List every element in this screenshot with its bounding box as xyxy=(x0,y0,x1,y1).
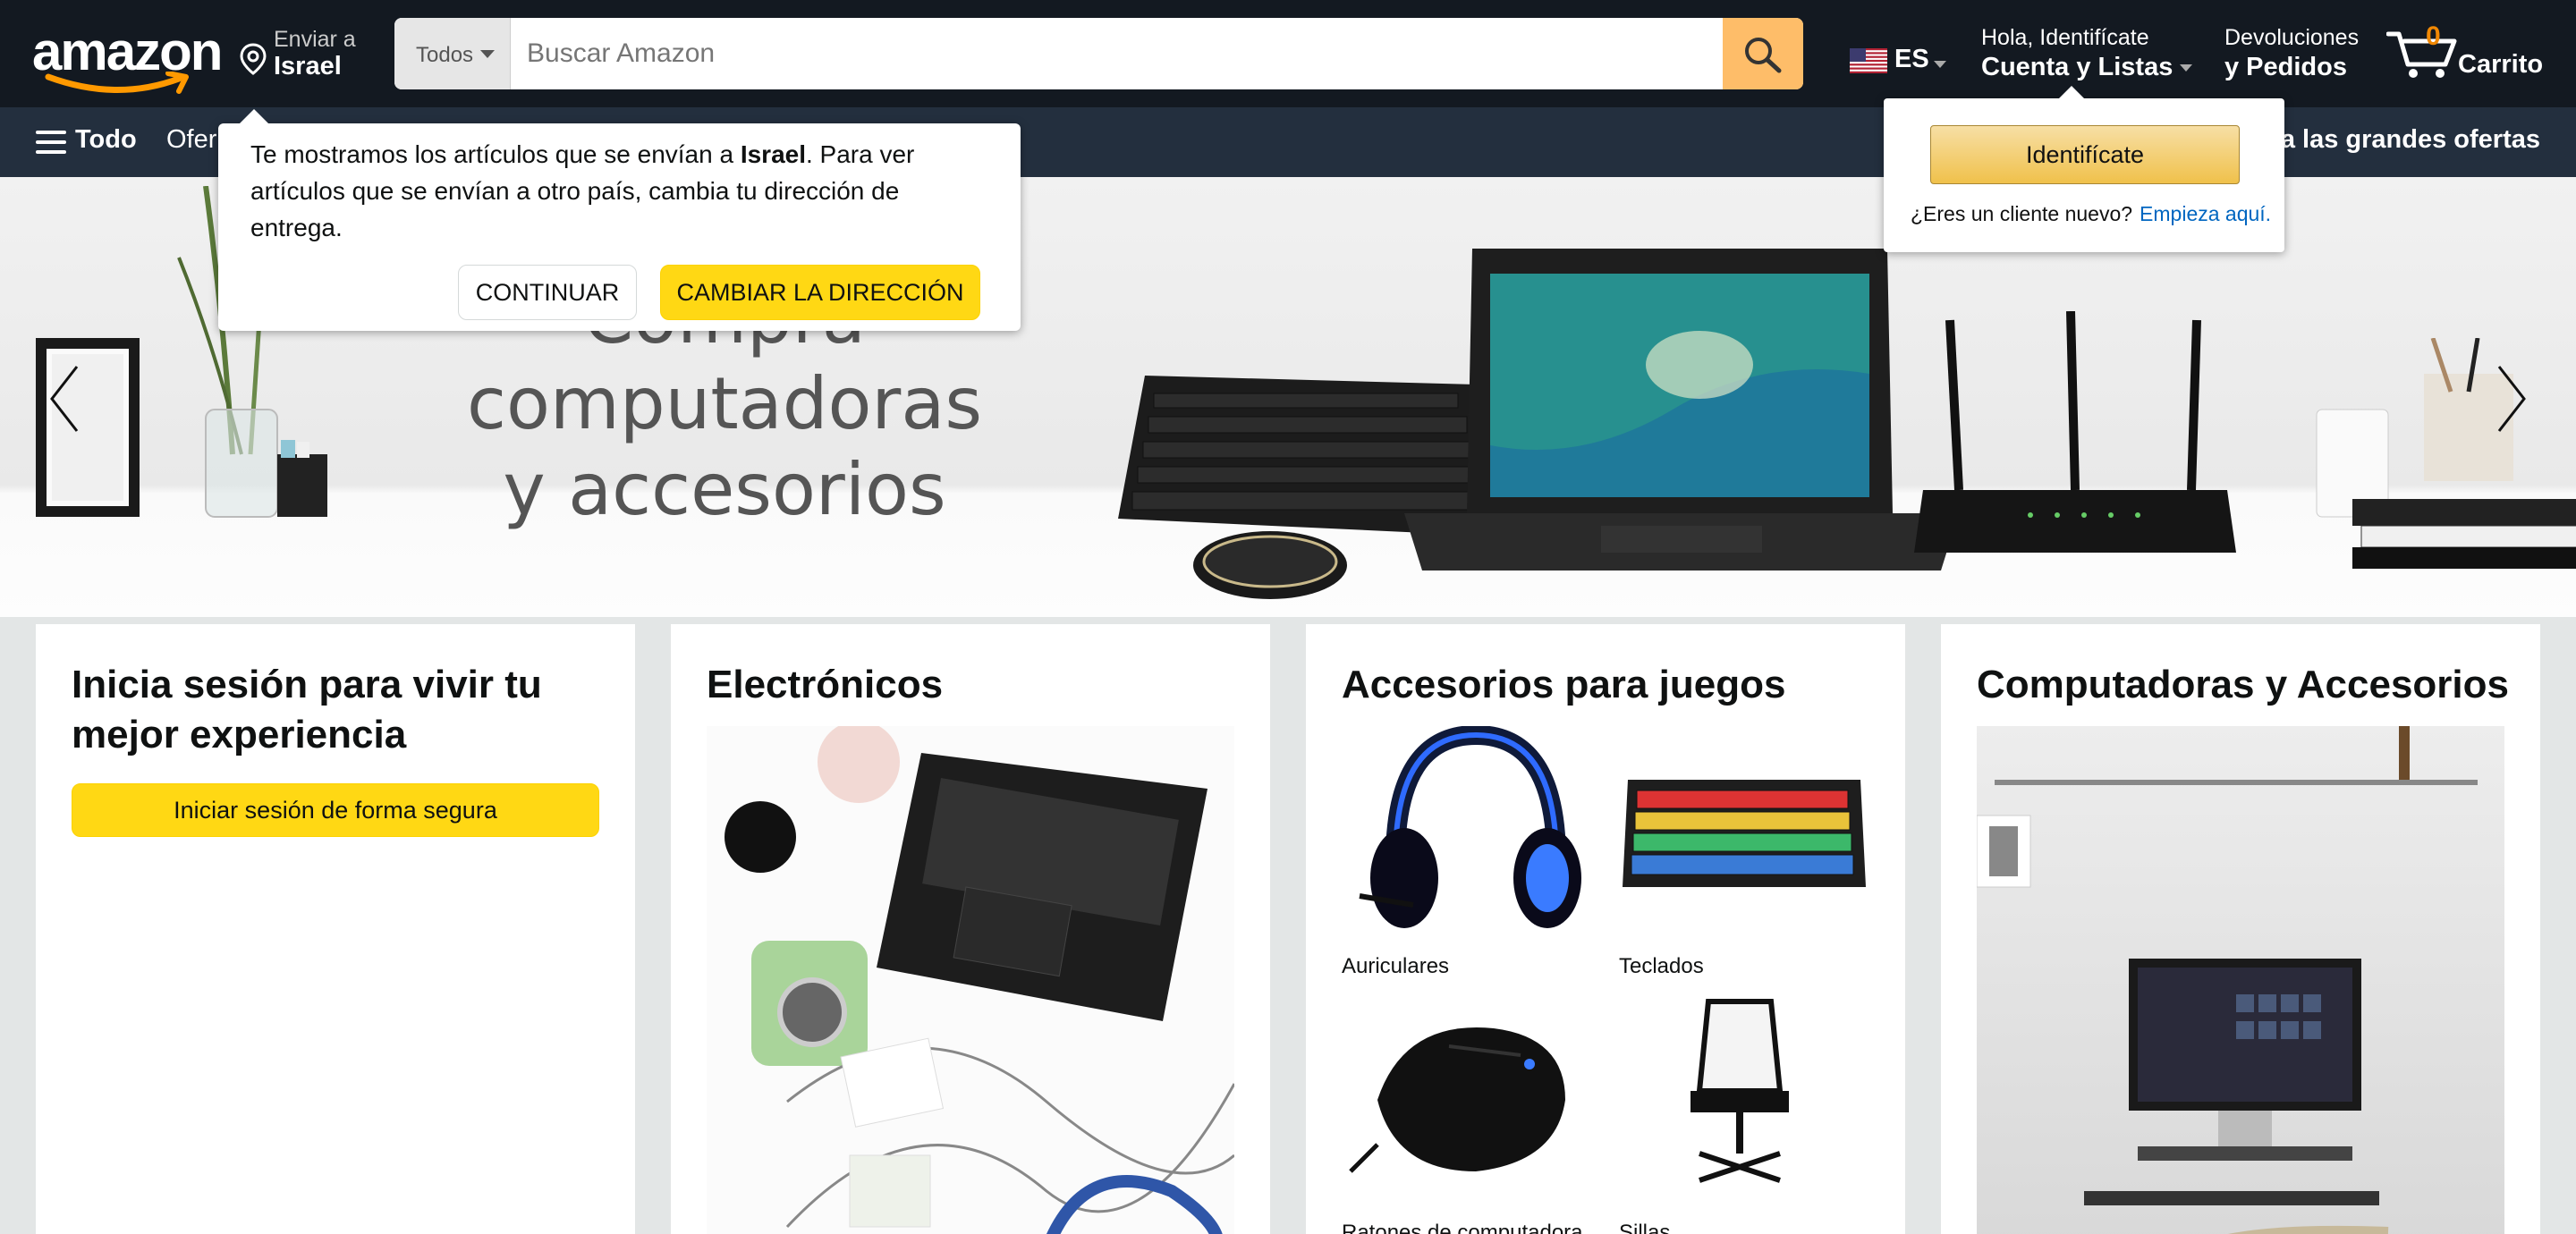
hero-mouse-image xyxy=(1193,531,1347,599)
cart-icon xyxy=(2386,31,2457,78)
cart[interactable]: 0 Carrito xyxy=(2386,21,2547,86)
us-flag-icon xyxy=(1850,48,1887,73)
logo-smile-icon xyxy=(45,72,189,94)
identify-button[interactable]: Identifícate xyxy=(1930,125,2240,184)
nav-promo-link[interactable]: va las grandes ofertas xyxy=(2267,125,2540,155)
card-computers-title: Computadoras y Accesorios xyxy=(1977,663,2509,706)
search-category-select[interactable]: Todos xyxy=(394,18,511,89)
account-signin-popover: Identifícate ¿Eres un cliente nuevo? Empi… xyxy=(1884,86,2284,252)
search-category-label: Todos xyxy=(416,43,474,67)
language-code: ES xyxy=(1894,45,1929,73)
location-pin-icon xyxy=(240,43,267,75)
secure-signin-button[interactable]: Iniciar sesión de forma segura xyxy=(72,783,599,837)
cart-count: 0 xyxy=(2426,21,2441,51)
hero-laptop-image xyxy=(1404,249,1959,571)
hamburger-icon xyxy=(36,131,66,154)
gaming-chair-image xyxy=(1690,999,1789,1183)
search-bar: Todos xyxy=(394,18,1803,89)
gaming-item-label: Auriculares xyxy=(1342,954,1450,978)
gaming-item-label: Teclados xyxy=(1619,954,1704,978)
keyboard-image xyxy=(1623,780,1866,887)
card-electronics-title: Electrónicos xyxy=(707,663,944,706)
nav-link-offers[interactable]: Ofer xyxy=(166,125,216,155)
change-address-button[interactable]: CAMBIAR LA DIRECCIÓN xyxy=(660,265,980,320)
electronics-image[interactable] xyxy=(707,726,1234,1234)
popover-notch xyxy=(240,109,268,123)
computers-image[interactable] xyxy=(1977,726,2504,1234)
start-here-link[interactable]: Empieza aquí. xyxy=(2140,202,2271,225)
new-customer-text: ¿Eres un cliente nuevo? xyxy=(1911,202,2133,225)
returns-label: Devoluciones xyxy=(2224,25,2360,50)
card-gaming: Accesorios para juegos Auriculares Tecla… xyxy=(1306,624,1905,1234)
returns-orders[interactable]: Devoluciones y Pedidos xyxy=(2224,25,2359,82)
caret-down-icon xyxy=(1934,61,1946,68)
location-msg-part1: Te mostramos los artículos que se envían… xyxy=(250,140,741,168)
logo-text: amazon xyxy=(32,21,223,81)
gaming-mouse-image xyxy=(1349,1027,1565,1173)
popover-notch xyxy=(2059,86,2084,98)
search-button[interactable] xyxy=(1723,18,1803,89)
location-message: Te mostramos los artículos que se envían… xyxy=(250,136,966,246)
caret-down-icon xyxy=(480,50,495,58)
gaming-item-chairs[interactable]: Sillas xyxy=(1619,993,1869,1234)
hero-title-line2: y accesorios xyxy=(503,448,946,531)
headphones-image xyxy=(1359,724,1581,928)
card-gaming-title: Accesorios para juegos xyxy=(1342,663,1786,706)
chevron-left-icon[interactable] xyxy=(47,363,82,435)
orders-label: y Pedidos xyxy=(2224,53,2347,81)
hero-decor-desk-items xyxy=(2316,338,2576,569)
top-nav-bar: amazon Enviar a Israel Todos Buscar Amaz… xyxy=(0,0,2576,107)
cart-label: Carrito xyxy=(2458,50,2544,79)
card-signin-title: Inicia sesión para vivir tu mejor experi… xyxy=(72,663,542,756)
gaming-item-headphones[interactable]: Auriculares xyxy=(1342,724,1592,979)
hero-router-image xyxy=(1914,311,2236,553)
account-lists[interactable]: Hola, Identifícate Cuenta y Listas xyxy=(1981,25,2193,82)
all-menu-label: Todo xyxy=(75,125,137,154)
card-computers: Computadoras y Accesorios xyxy=(1941,624,2540,1234)
deliver-label: Enviar a xyxy=(274,27,356,52)
location-msg-country: Israel xyxy=(740,140,806,168)
new-customer-prompt: ¿Eres un cliente nuevo? Empieza aquí. xyxy=(1911,202,2271,226)
desktop-computer-image xyxy=(1977,726,2504,1234)
chevron-right-icon[interactable] xyxy=(2494,363,2529,435)
gaming-item-label: Ratones de computadora xyxy=(1342,1221,1583,1234)
location-popover: Te mostramos los artículos que se envían… xyxy=(218,109,1021,331)
gaming-item-keyboards[interactable]: Teclados xyxy=(1619,726,1869,979)
deliver-country: Israel xyxy=(274,52,342,80)
continue-button[interactable]: CONTINUAR xyxy=(458,265,637,320)
account-greeting: Hola, Identifícate xyxy=(1981,25,2149,50)
search-input[interactable] xyxy=(511,18,1703,89)
card-electronics: Electrónicos xyxy=(671,624,1270,1234)
gaming-item-mice[interactable]: Ratones de computadora xyxy=(1342,993,1592,1234)
card-signin: Inicia sesión para vivir tu mejor experi… xyxy=(36,624,635,1234)
account-label: Cuenta y Listas xyxy=(1981,53,2174,81)
amazon-logo[interactable]: amazon xyxy=(32,21,223,94)
search-icon xyxy=(1745,38,1782,73)
electronics-flatlay-image xyxy=(707,726,1234,1234)
gaming-item-label: Sillas xyxy=(1619,1221,1671,1234)
caret-down-icon xyxy=(2180,64,2193,72)
